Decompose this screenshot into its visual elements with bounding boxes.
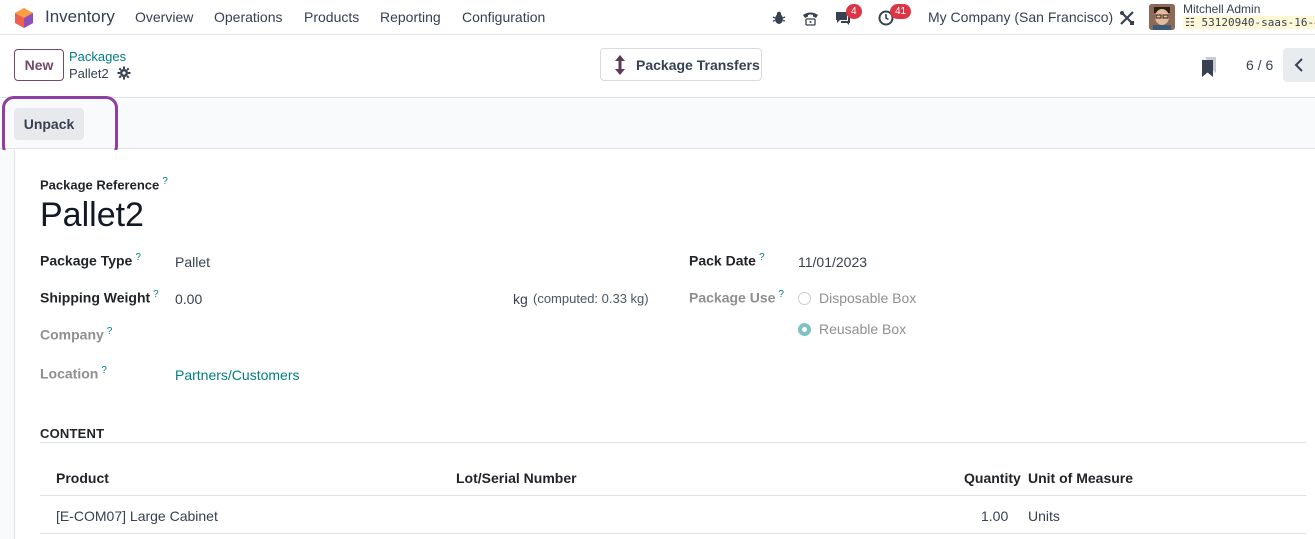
pack-date-field[interactable]: 11/01/2023	[798, 254, 867, 270]
package-reference-label: Package Reference?	[40, 176, 168, 193]
location-link[interactable]: Partners/Customers	[175, 367, 299, 383]
gear-icon[interactable]	[117, 66, 131, 80]
messages-badge: 4	[846, 4, 862, 19]
highlight-annotation	[2, 96, 118, 158]
bookmark-icon[interactable]	[1200, 56, 1218, 78]
radio-button[interactable]	[798, 292, 811, 305]
shipping-weight-field[interactable]: 0.00	[175, 291, 202, 307]
package-type-field[interactable]: Pallet	[175, 254, 210, 270]
shipping-weight-label: Shipping Weight?	[40, 289, 159, 306]
company-switcher[interactable]: My Company (San Francisco)	[928, 9, 1113, 25]
package-transfers-label: Package Transfers	[636, 56, 760, 73]
app-name[interactable]: Inventory	[45, 7, 115, 27]
radio-button-selected[interactable]	[798, 323, 811, 336]
pager-previous-button[interactable]	[1283, 48, 1315, 82]
weight-computed: (computed: 0.33 kg)	[533, 291, 649, 306]
cell-product[interactable]: [E-COM07] Large Cabinet	[56, 508, 218, 524]
user-avatar[interactable]	[1149, 4, 1175, 30]
package-use-label: Package Use?	[689, 289, 784, 306]
help-icon[interactable]: ?	[107, 326, 113, 337]
company-label: Company?	[40, 326, 113, 343]
row-divider	[40, 533, 1306, 534]
location-label: Location?	[40, 365, 107, 382]
breadcrumb-current: Pallet2	[69, 66, 109, 81]
radio-disposable-box[interactable]: Disposable Box	[798, 290, 916, 306]
radio-reusable-box[interactable]: Reusable Box	[798, 321, 906, 337]
menu-overview[interactable]: Overview	[135, 9, 193, 25]
user-name[interactable]: Mitchell Admin	[1183, 2, 1260, 16]
new-button[interactable]: New	[14, 49, 64, 81]
cell-uom[interactable]: Units	[1028, 508, 1060, 524]
cell-quantity[interactable]: 1.00	[981, 508, 1008, 524]
menu-products[interactable]: Products	[304, 9, 359, 25]
debug-bug-icon[interactable]	[769, 8, 789, 28]
help-icon[interactable]: ?	[162, 176, 168, 187]
column-header-uom[interactable]: Unit of Measure	[1028, 470, 1133, 486]
package-transfers-button[interactable]: Package Transfers	[600, 48, 762, 81]
phone-icon[interactable]	[800, 8, 820, 28]
help-icon[interactable]: ?	[778, 289, 784, 300]
chevron-left-icon	[1294, 58, 1303, 72]
content-section-title: CONTENT	[40, 426, 105, 441]
tools-icon[interactable]	[1117, 8, 1137, 28]
database-icon: ☷	[1185, 16, 1202, 29]
activities-badge: 41	[890, 4, 912, 19]
help-icon[interactable]: ?	[759, 252, 765, 263]
weight-unit: kg	[513, 291, 528, 307]
control-panel: New Packages Pallet2 Package Transfers 6…	[0, 36, 1315, 98]
package-reference-value[interactable]: Pallet2	[40, 196, 144, 235]
top-navbar: Inventory Overview Operations Products R…	[0, 0, 1315, 35]
help-icon[interactable]: ?	[101, 365, 107, 376]
menu-operations[interactable]: Operations	[214, 9, 282, 25]
column-header-lot[interactable]: Lot/Serial Number	[456, 470, 577, 486]
transfer-arrows-icon	[615, 54, 625, 75]
help-icon[interactable]: ?	[135, 252, 141, 263]
column-header-product[interactable]: Product	[56, 470, 109, 486]
menu-reporting[interactable]: Reporting	[380, 9, 441, 25]
section-divider	[40, 442, 1306, 443]
pack-date-label: Pack Date?	[689, 252, 765, 269]
pager-value[interactable]: 6 / 6	[1246, 57, 1273, 73]
status-bar: Unpack	[0, 96, 1315, 158]
column-header-quantity[interactable]: Quantity	[964, 470, 1021, 486]
breadcrumb-packages[interactable]: Packages	[69, 49, 126, 64]
database-name: ☷ 53120940-saas-16-4	[1183, 16, 1315, 29]
menu-configuration[interactable]: Configuration	[462, 9, 545, 25]
package-type-label: Package Type?	[40, 252, 141, 269]
help-icon[interactable]: ?	[153, 289, 159, 300]
inventory-app-logo-icon[interactable]	[13, 7, 35, 29]
form-sheet: Package Reference? Pallet2 Package Type?…	[14, 150, 1315, 539]
table-header-divider	[40, 495, 1306, 496]
